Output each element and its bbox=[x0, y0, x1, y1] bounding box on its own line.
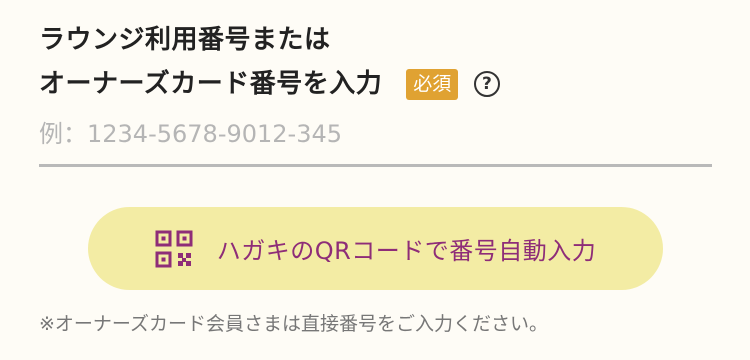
field-label-line2-row: オーナーズカード番号を入力 必須 ? bbox=[39, 62, 699, 106]
lounge-number-field bbox=[39, 108, 712, 167]
qr-autofill-label: ハガキのQRコードで番号自動入力 bbox=[216, 237, 597, 265]
lounge-number-input[interactable] bbox=[39, 108, 712, 160]
field-label-line1: ラウンジ利用番号または bbox=[39, 25, 331, 55]
qr-code-icon bbox=[155, 230, 193, 267]
required-badge: 必須 bbox=[406, 68, 459, 100]
field-label: ラウンジ利用番号または オーナーズカード番号を入力 必須 ? bbox=[39, 18, 699, 106]
field-label-line2: オーナーズカード番号を入力 bbox=[39, 69, 383, 99]
qr-autofill-button[interactable]: ハガキのQRコードで番号自動入力 bbox=[88, 207, 663, 290]
owners-card-note: ※オーナーズカード会員さまは直接番号をご入力ください。 bbox=[39, 313, 548, 335]
help-icon[interactable]: ? bbox=[474, 71, 501, 97]
